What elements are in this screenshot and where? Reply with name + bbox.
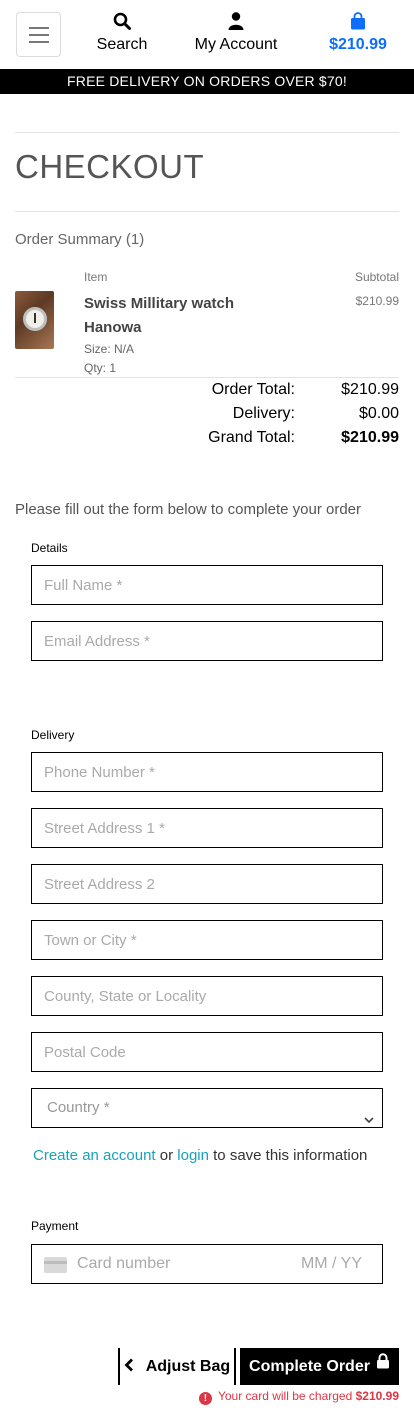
order-summary-title: Order Summary (1) (15, 231, 145, 248)
item-column-header: Item (84, 270, 108, 284)
user-icon (186, 12, 286, 34)
country-select[interactable]: Country * (31, 1088, 383, 1128)
delivery-label: Delivery: (232, 405, 295, 422)
postal-code-input[interactable] (44, 1033, 382, 1071)
town-city-field[interactable] (31, 920, 383, 960)
email-input[interactable] (44, 622, 382, 660)
exclamation-icon: ! (198, 1392, 212, 1405)
email-field[interactable] (31, 621, 383, 661)
save-info-line: Create an account or login to save this … (33, 1147, 367, 1164)
nav-account-label: My Account (194, 36, 278, 53)
card-expiry-placeholder[interactable]: MM / YY (301, 1255, 362, 1273)
order-total-value: $210.99 (341, 381, 399, 398)
divider (15, 377, 399, 378)
phone-field[interactable] (31, 752, 383, 792)
charge-amount: $210.99 (355, 1389, 399, 1403)
save-info-text: to save this information (213, 1147, 368, 1164)
county-field[interactable] (31, 976, 383, 1016)
county-input[interactable] (44, 977, 382, 1015)
bag-total: $210.99 (329, 36, 387, 53)
details-section-label: Details (31, 541, 68, 555)
grand-total-label: Grand Total: (208, 429, 295, 446)
divider (15, 211, 399, 212)
delivery-value: $0.00 (358, 405, 399, 422)
or-text: or (159, 1147, 174, 1164)
card-icon (44, 1257, 67, 1273)
page-title: CHECKOUT (15, 148, 205, 185)
menu-icon (29, 27, 49, 29)
shopping-bag-icon (322, 12, 394, 34)
full-name-field[interactable] (31, 565, 383, 605)
order-total-label: Order Total: (211, 381, 295, 398)
free-delivery-banner: FREE DELIVERY ON ORDERS OVER $70! (0, 69, 414, 94)
adjust-bag-label: Adjust Bag (145, 1358, 231, 1375)
nav-search[interactable]: Search (92, 12, 152, 54)
product-image (15, 291, 54, 349)
divider (15, 132, 399, 133)
street-address-2-field[interactable] (31, 864, 383, 904)
payment-section-label: Payment (31, 1219, 79, 1233)
adjust-bag-button[interactable]: Adjust Bag (118, 1348, 236, 1385)
card-number-placeholder[interactable]: Card number (77, 1255, 170, 1273)
complete-order-button[interactable]: Complete Order (240, 1348, 399, 1385)
chevron-down-icon (364, 1102, 374, 1140)
nav-shopping-bag[interactable]: $210.99 (322, 12, 394, 54)
menu-toggle-button[interactable] (16, 12, 61, 57)
card-element[interactable]: Card number MM / YY (31, 1244, 383, 1284)
create-account-link[interactable]: Create an account (33, 1147, 156, 1164)
product-qty: Qty: 1 (84, 361, 117, 375)
nav-search-label: Search (96, 36, 148, 53)
product-name: Swiss Millitary watch Hanowa (84, 295, 235, 336)
lock-icon (376, 1346, 390, 1383)
street-address-1-field[interactable] (31, 808, 383, 848)
top-navbar: Search My Account $210.99 (0, 0, 414, 69)
charge-warning: ! Your card will be charged $210.99 (198, 1389, 399, 1405)
town-city-input[interactable] (44, 921, 382, 959)
grand-total-value: $210.99 (341, 429, 399, 446)
form-intro-text: Please fill out the form below to comple… (15, 501, 362, 518)
chevron-left-icon (124, 1358, 146, 1375)
charge-note-text: Your card will be charged (217, 1389, 353, 1403)
phone-input[interactable] (44, 753, 382, 791)
postal-code-field[interactable] (31, 1032, 383, 1072)
complete-order-label: Complete Order (249, 1358, 370, 1375)
product-size: Size: N/A (84, 342, 135, 356)
nav-my-account[interactable]: My Account (186, 12, 286, 54)
street-address-1-input[interactable] (44, 809, 382, 847)
search-icon (92, 12, 152, 34)
product-subtotal: $210.99 (355, 294, 399, 308)
street-address-2-input[interactable] (44, 865, 382, 903)
full-name-input[interactable] (44, 566, 382, 604)
delivery-section-label: Delivery (31, 728, 75, 742)
subtotal-column-header: Subtotal (354, 270, 399, 284)
country-selected-value: Country * (47, 1099, 110, 1116)
login-link[interactable]: login (177, 1147, 209, 1164)
